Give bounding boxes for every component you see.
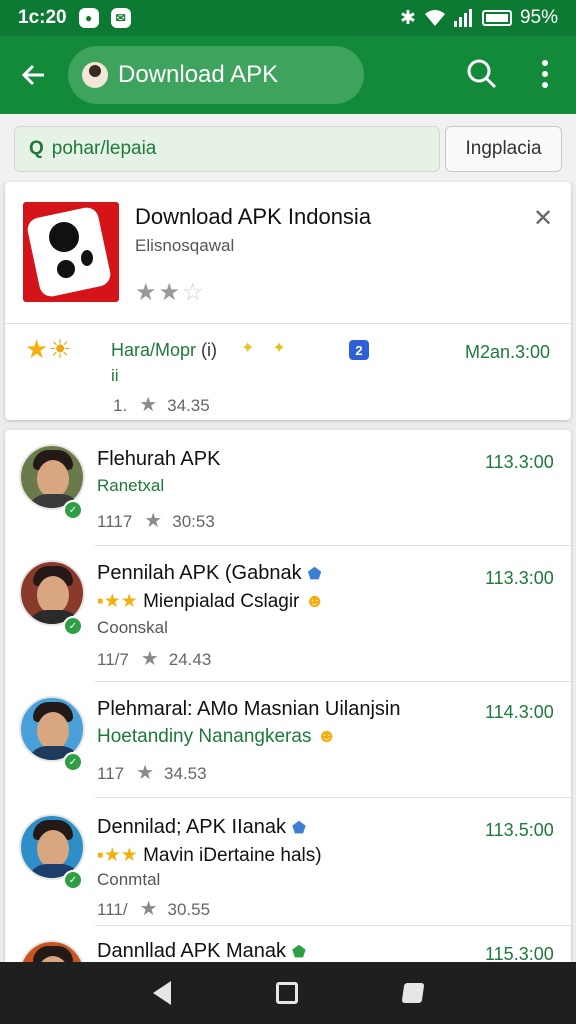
verified-icon: ✓ <box>63 870 83 890</box>
message-icon: ✉ <box>110 8 131 28</box>
emoji-icon: ☻ <box>299 591 325 612</box>
badge-icon: ▪★★ <box>97 845 138 866</box>
star-icon: ★ <box>144 510 163 532</box>
search-icon <box>467 59 497 89</box>
item-subtitle: ▪★★ Mavin iDertaine hals) <box>97 845 322 866</box>
navigation-bar <box>0 962 576 1024</box>
filter-input[interactable]: Q pohar/lepaia <box>14 126 440 172</box>
item-developer: Conmtal <box>97 870 161 889</box>
search-icon: Q <box>29 138 44 159</box>
star-icon: ★ <box>139 898 158 920</box>
rating-stars: ★★☆ <box>135 279 206 306</box>
emoji-icon: ★☀ <box>25 334 72 364</box>
item-title: Pennilah APK (Gabnak ⬟ <box>97 562 322 584</box>
featured-label-2: ii <box>111 366 119 385</box>
signal-icon <box>453 9 472 27</box>
wifi-icon <box>424 10 445 26</box>
badge-icon: ▪★★ <box>97 591 138 612</box>
notification-icon: ● <box>78 8 99 28</box>
star-icon: ★ <box>140 648 159 670</box>
featured-price: M2an.3:00 <box>465 342 551 362</box>
bluetooth-icon: ✱ <box>400 7 416 29</box>
search-button[interactable] <box>462 54 502 94</box>
item-meta: 111/★ 30.55 <box>97 898 211 920</box>
item-meta: 11/7 ★ 24.43 <box>97 648 212 670</box>
arrow-left-icon <box>21 64 44 86</box>
item-developer: Coonskal <box>97 618 168 637</box>
count-badge: 2 <box>349 340 369 360</box>
item-title: Flehurah APK <box>97 448 221 470</box>
nav-recents-icon[interactable] <box>401 983 425 1003</box>
shield-icon: ⬟ <box>307 566 322 583</box>
filter-button[interactable]: Ingplacia <box>445 126 562 172</box>
app-bar: Download APK <box>0 36 576 114</box>
item-meta: 117 ★ 34.53 <box>97 762 207 784</box>
app-icon <box>23 202 119 302</box>
emoji-icon: ☻ <box>311 726 337 747</box>
close-icon[interactable]: ✕ <box>533 204 553 233</box>
shield-icon: ⬟ <box>292 820 306 837</box>
item-meta: 1117 ★ 30:53 <box>97 510 215 532</box>
featured-title: Download APK Indonsia <box>135 204 372 229</box>
item-price: 113.5:00 <box>485 820 554 840</box>
featured-label: Hara/Mopr (i) <box>111 340 218 360</box>
more-menu-button[interactable] <box>530 54 560 94</box>
item-title: Plehmaral: AMo Masnian Uilanjsin <box>97 698 401 720</box>
app-bar-title: Download APK <box>118 61 279 88</box>
status-bar: 1c:20 ● ✉ ✱ 95% <box>0 0 576 36</box>
list-item[interactable]: ✓ Flehurah APK Ranetxal 1117 ★ 30:53 113.3… <box>5 430 571 546</box>
item-title: Dennilad; APK IIanak ⬟ <box>97 816 306 838</box>
item-title: Dannllad APK Manak ⬟ <box>97 940 306 962</box>
battery-percent: 95% <box>519 7 558 28</box>
item-price: 113.3:00 <box>485 568 554 588</box>
battery-icon <box>481 10 512 26</box>
avatar <box>82 62 108 88</box>
sparkle-icon: ✦✦ <box>241 340 304 357</box>
list-item[interactable]: ✓ Pennilah APK (Gabnak ⬟ ▪★★ Mienpialad C… <box>5 546 571 682</box>
list-item[interactable]: ✓ Plehmaral: AMo Masnian Uilanjsin Hoeta… <box>5 682 571 798</box>
item-subtitle: Hoetandiny Nanangkeras ☻ <box>97 726 337 747</box>
filter-query: pohar/lepaia <box>51 138 157 159</box>
star-icon: ★ <box>139 394 158 416</box>
filter-row: Q pohar/lepaia Ingplacia <box>0 114 576 182</box>
item-subtitle: ▪★★ Mienpialad Cslagir ☻ <box>97 591 325 612</box>
verified-icon: ✓ <box>63 752 83 772</box>
app-list: ✓ Flehurah APK Ranetxal 1117 ★ 30:53 113.3… <box>5 430 571 970</box>
back-button[interactable] <box>0 36 68 114</box>
item-subtitle: Ranetxal <box>97 476 165 495</box>
item-price: 114.3:00 <box>485 702 554 722</box>
verified-icon: ✓ <box>63 616 83 636</box>
featured-meta: 1. ★ 34.35 <box>113 394 210 416</box>
shield-icon: ⬟ <box>292 944 306 961</box>
search-pill[interactable]: Download APK <box>68 46 364 104</box>
star-icon: ★ <box>136 762 155 784</box>
featured-subtitle: Elisnosqawal <box>135 236 235 255</box>
status-time: 1c:20 <box>18 7 67 28</box>
list-item[interactable]: ✓ Dennilad; APK IIanak ⬟ ▪★★ Mavin iDerta… <box>5 798 571 926</box>
featured-card[interactable]: Download APK Indonsia Elisnosqawal ✕ ★★☆… <box>5 182 571 420</box>
item-price: 113.3:00 <box>485 452 554 472</box>
nav-home-icon[interactable] <box>275 982 298 1004</box>
verified-icon: ✓ <box>63 500 83 520</box>
nav-back-icon[interactable] <box>152 981 171 1005</box>
